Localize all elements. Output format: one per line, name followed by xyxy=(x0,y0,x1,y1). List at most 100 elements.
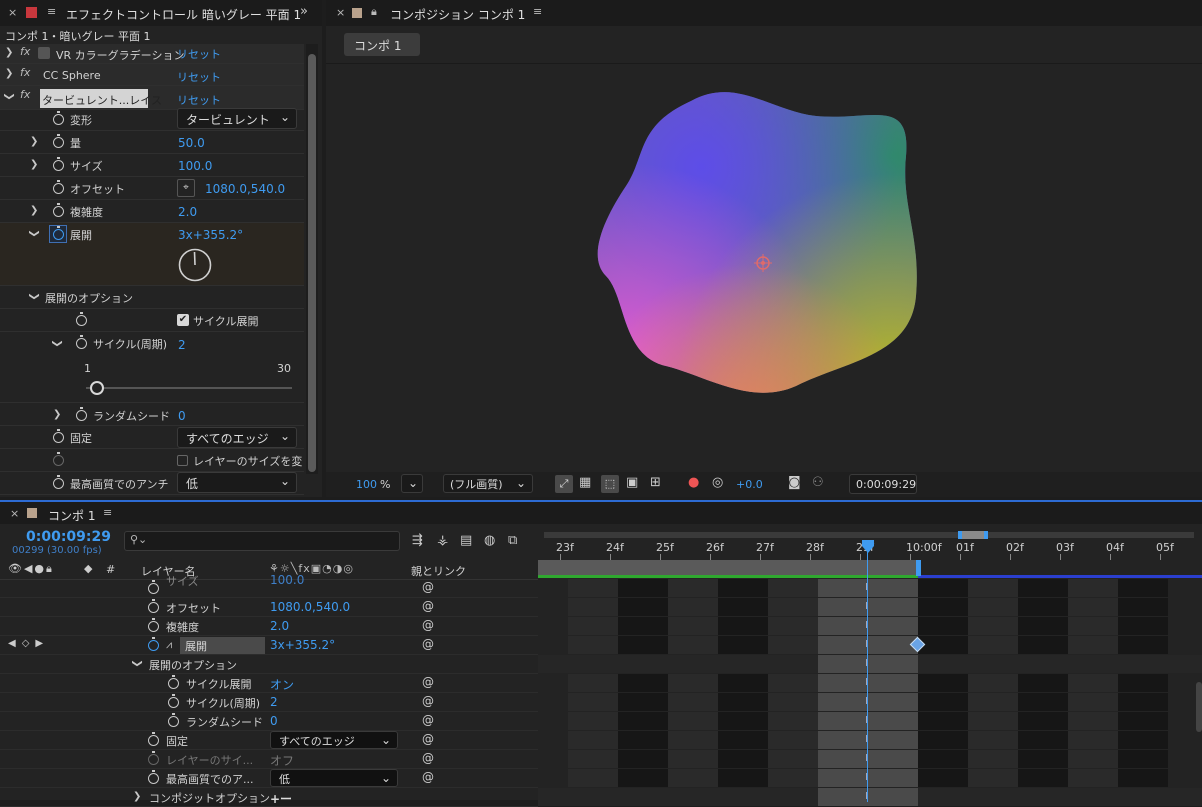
pickwhip-icon[interactable]: @ xyxy=(422,732,434,746)
stopwatch-icon[interactable] xyxy=(53,157,64,171)
fast-preview-icon[interactable]: ⤢ xyxy=(555,475,573,493)
displacement-dropdown[interactable]: タービュレント ⌄ xyxy=(177,108,297,129)
reset-link[interactable]: リセット xyxy=(177,69,221,85)
close-icon[interactable]: × xyxy=(336,6,345,19)
region-of-interest-icon[interactable]: ▣ xyxy=(626,475,638,490)
timeline-tab[interactable]: × コンポ 1 ≡ xyxy=(0,502,1202,524)
timeline-track-lane[interactable]: I xyxy=(538,674,1202,693)
timeline-track-lane[interactable]: I xyxy=(538,598,1202,617)
antialiasing-dropdown[interactable]: 低 ⌄ xyxy=(177,472,297,493)
mask-path-icon[interactable]: ⬚ xyxy=(601,475,619,493)
parent-link-column[interactable]: 親とリンク xyxy=(411,563,466,579)
offset-value[interactable]: 1080.0,540.0 xyxy=(205,182,285,196)
show-snapshot-icon[interactable]: ⚇ xyxy=(812,475,824,490)
comp-breadcrumb-button[interactable]: コンポ 1 xyxy=(344,33,420,56)
pickwhip-icon[interactable]: @ xyxy=(422,618,434,632)
timeline-track-lane[interactable]: I xyxy=(538,769,1202,788)
property-value[interactable]: 2 xyxy=(270,695,278,709)
stopwatch-icon[interactable] xyxy=(148,637,159,651)
property-value[interactable]: 2.0 xyxy=(270,619,289,633)
stopwatch-icon[interactable] xyxy=(148,770,159,784)
property-value[interactable]: オン xyxy=(270,676,294,693)
av-switches-icons[interactable]: 👁︎◀︎●🔒︎ xyxy=(8,562,54,576)
timeline-property-row[interactable]: 複雑度 2.0 @ xyxy=(0,617,538,636)
stopwatch-icon[interactable] xyxy=(168,694,179,708)
property-value[interactable]: +ー xyxy=(270,790,292,807)
timeline-property-row[interactable]: サイクル展開 オン @ xyxy=(0,674,538,693)
cycle-slider-track[interactable] xyxy=(86,387,292,389)
scrollbar-thumb[interactable] xyxy=(308,54,316,472)
timeline-track-lane[interactable]: I xyxy=(538,788,1202,807)
stopwatch-icon[interactable] xyxy=(148,618,159,632)
property-value[interactable]: 1080.0,540.0 xyxy=(270,600,350,614)
property-value[interactable]: 100.0 xyxy=(270,573,304,587)
cycle-evolution-checkbox[interactable]: ✔ xyxy=(177,314,189,326)
stopwatch-icon[interactable] xyxy=(76,335,87,349)
playhead-handle[interactable] xyxy=(862,540,874,553)
stopwatch-icon[interactable] xyxy=(53,180,64,194)
graph-editor-icon[interactable]: ⧉ xyxy=(508,533,517,548)
stopwatch-icon[interactable] xyxy=(148,580,159,594)
stopwatch-icon[interactable] xyxy=(148,751,159,765)
guides-grid-icon[interactable]: ⊞ xyxy=(650,475,661,490)
timeline-property-row[interactable]: ⩘ ◀◇▶ 展開 3x+355.2° @ xyxy=(0,636,538,655)
composition-tab[interactable]: × 🔒︎ コンポジション コンポ 1 ≡ xyxy=(326,0,1202,26)
pickwhip-icon[interactable]: @ xyxy=(422,675,434,689)
hamburger-icon[interactable]: ≡ xyxy=(533,5,542,18)
timeline-property-row[interactable]: レイヤーのサイ... オフ @ xyxy=(0,750,538,769)
effect-turbulent-displace[interactable]: ❯ fx タービュレント...レイス リセット xyxy=(0,86,304,110)
work-area-bar[interactable] xyxy=(538,530,1202,540)
comp-viewer[interactable] xyxy=(326,66,1202,470)
pickwhip-icon[interactable]: @ xyxy=(422,599,434,613)
timeline-timecode[interactable]: 0:00:09:29 xyxy=(26,529,111,545)
stopwatch-icon[interactable] xyxy=(168,675,179,689)
timeline-property-row[interactable]: サイズ 100.0 @ xyxy=(0,573,538,598)
complexity-value[interactable]: 2.0 xyxy=(178,205,197,219)
timeline-track-lane[interactable]: I xyxy=(538,617,1202,636)
keyframe-navigator-icons[interactable]: ◀◇▶ xyxy=(8,638,49,649)
layer-duration-bar[interactable] xyxy=(538,560,1202,578)
stopwatch-icon[interactable] xyxy=(53,111,64,125)
property-value[interactable]: 0 xyxy=(270,714,278,728)
timeline-scrollbar[interactable] xyxy=(1196,682,1202,732)
pickwhip-icon[interactable]: @ xyxy=(422,580,434,594)
stopwatch-icon[interactable] xyxy=(76,312,87,326)
angle-dial[interactable] xyxy=(177,247,213,283)
amount-value[interactable]: 50.0 xyxy=(178,136,205,150)
frame-blending-icon[interactable]: ◍ xyxy=(484,533,495,548)
resolution-dropdown[interactable]: (フル画質) ⌄ xyxy=(443,474,533,493)
property-dropdown[interactable]: すべてのエッジ ⌄ xyxy=(270,731,398,749)
random-seed-value[interactable]: 0 xyxy=(178,409,186,423)
close-icon[interactable]: × xyxy=(8,6,17,19)
stopwatch-icon[interactable] xyxy=(168,713,179,727)
timeline-property-row[interactable]: 固定 すべてのエッジ ⌄ @ xyxy=(0,731,538,750)
timeline-property-row[interactable]: 最高画質でのア... 低 ⌄ @ xyxy=(0,769,538,788)
effect-cc-sphere[interactable]: ❯ fx CC Sphere リセット xyxy=(0,64,304,86)
transparency-grid-icon[interactable]: ▦ xyxy=(579,475,591,490)
stopwatch-icon[interactable] xyxy=(53,475,64,489)
stopwatch-icon[interactable] xyxy=(148,599,159,613)
timeline-track-lane[interactable]: I xyxy=(538,731,1202,750)
color-channels-icon[interactable]: ● xyxy=(688,475,699,490)
evolution-value[interactable]: 3x+355.2° xyxy=(178,228,243,242)
stopwatch-icon[interactable] xyxy=(53,134,64,148)
pickwhip-icon[interactable]: @ xyxy=(422,637,434,651)
resize-layer-checkbox[interactable] xyxy=(177,455,188,466)
effect-controls-tab[interactable]: × ≡ エフェクトコントロール 暗いグレー 平面 1 » xyxy=(0,0,322,26)
effect-vr-color-gradient[interactable]: ❯ fx VR カラーグラデーション リセット xyxy=(0,44,304,64)
disclosure-caret-icon[interactable]: ❯ xyxy=(133,791,141,802)
effect-panel-scrollbar[interactable] xyxy=(306,44,318,474)
crosshair-icon[interactable]: ⌖ xyxy=(177,179,195,197)
layer-search-input[interactable]: ⚲⌄ xyxy=(124,531,400,551)
pickwhip-icon[interactable]: @ xyxy=(422,751,434,765)
comp-mini-flowchart-icon[interactable]: ⇶ xyxy=(412,533,423,548)
timeline-track-lane[interactable]: I xyxy=(538,750,1202,769)
property-value[interactable]: オフ xyxy=(270,752,294,769)
pickwhip-icon[interactable]: @ xyxy=(422,713,434,727)
timeline-track-lane[interactable]: I xyxy=(538,636,1202,655)
pinning-dropdown[interactable]: すべてのエッジ ⌄ xyxy=(177,427,297,448)
more-tabs-icon[interactable]: » xyxy=(300,4,308,19)
pickwhip-icon[interactable]: @ xyxy=(422,694,434,708)
graph-icon[interactable]: ⩘ xyxy=(166,638,172,652)
timeline-property-row[interactable]: オフセット 1080.0,540.0 @ xyxy=(0,598,538,617)
